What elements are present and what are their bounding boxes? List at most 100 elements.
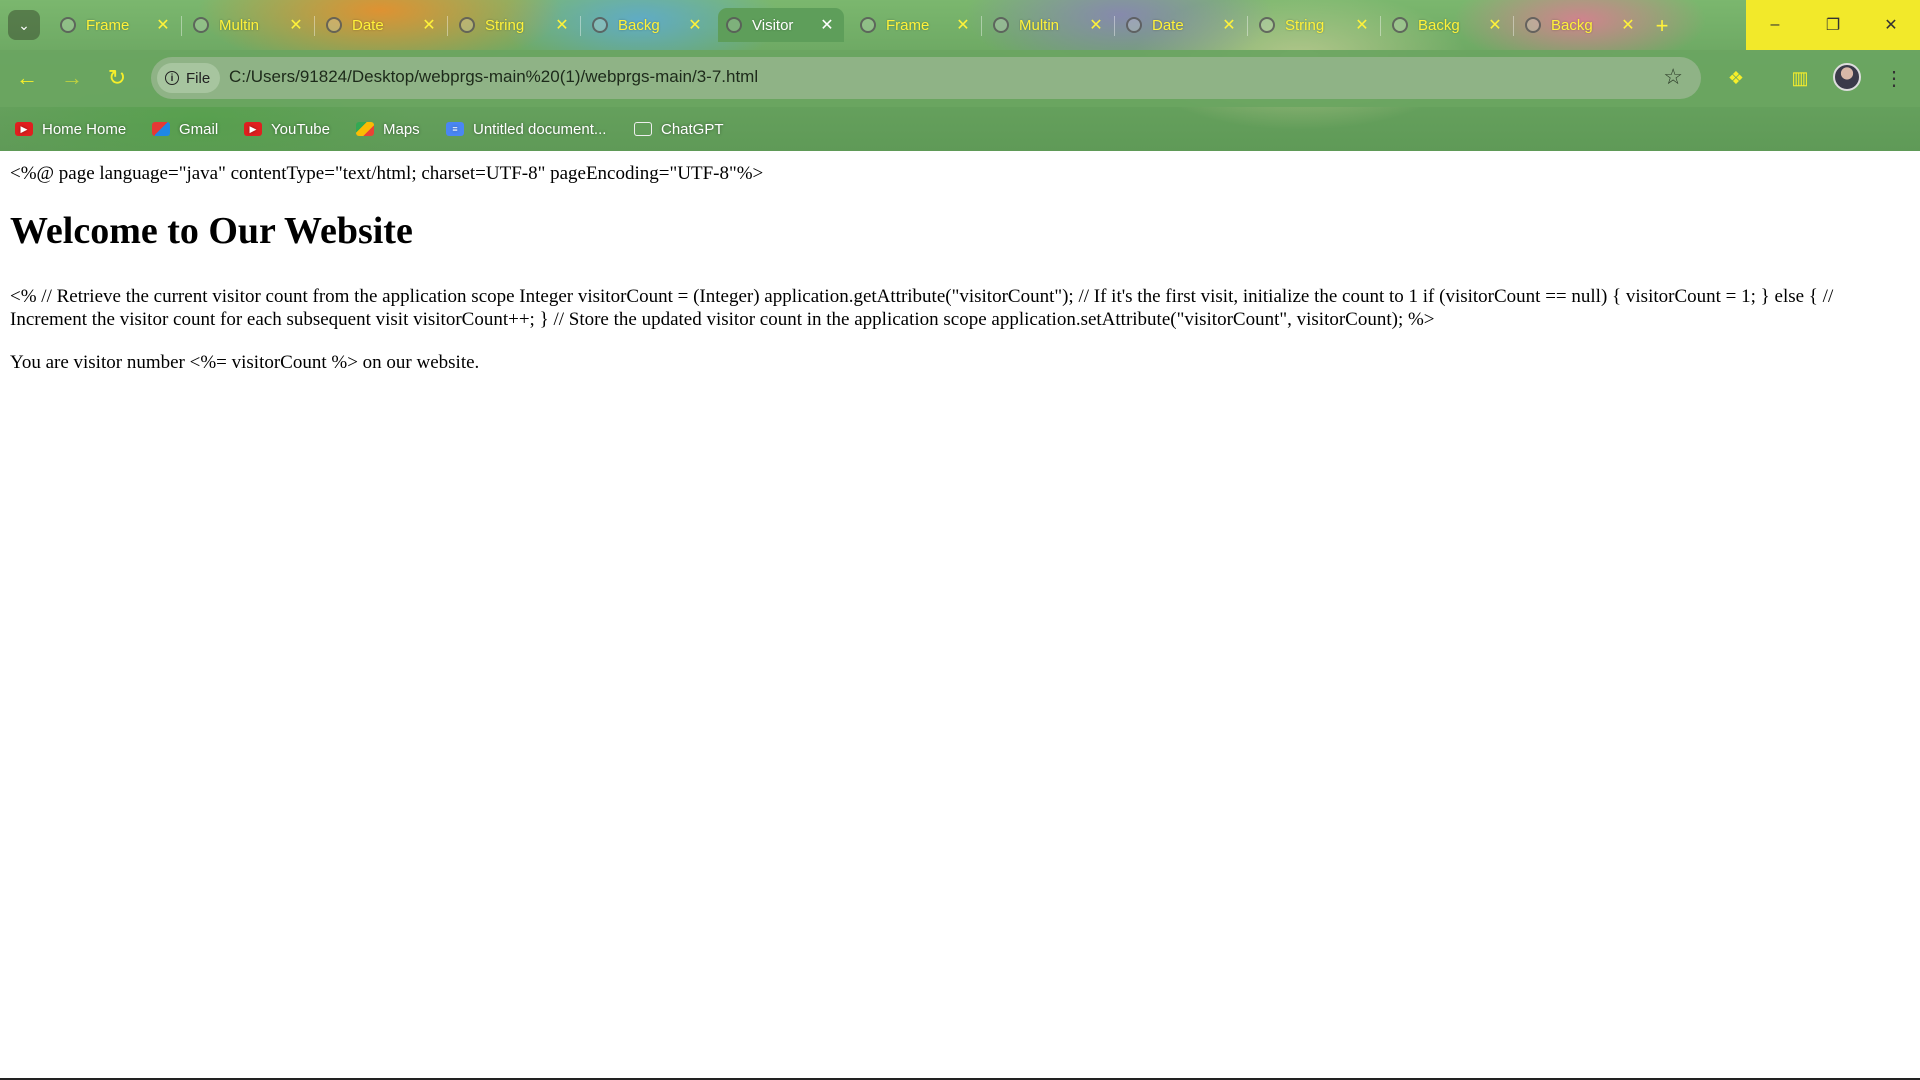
tab-separator	[1247, 16, 1248, 36]
side-panel-icon: ▥	[1791, 67, 1809, 88]
close-icon[interactable]: ✕	[287, 16, 305, 34]
tab-separator	[314, 16, 315, 36]
close-icon[interactable]: ✕	[1353, 16, 1371, 34]
chevron-down-icon: ⌄	[18, 16, 30, 33]
bookmark-untitled-document[interactable]: ≡ Untitled document...	[446, 116, 606, 142]
tab-title: Backg	[1418, 16, 1460, 34]
page-content: <%@ page language="java" contentType="te…	[0, 151, 1920, 1080]
tab[interactable]: Backg ✕	[1517, 8, 1645, 42]
close-icon[interactable]: ✕	[818, 16, 836, 34]
close-icon[interactable]: ✕	[686, 16, 704, 34]
tab[interactable]: Backg ✕	[1384, 8, 1512, 42]
scheme-label: File	[186, 69, 211, 87]
bookmark-gmail[interactable]: Gmail	[152, 116, 218, 142]
back-button[interactable]: ←	[11, 62, 43, 94]
browser-chrome: ⌄ Frame ✕ Multin ✕ Date ✕ String ✕ Backg	[0, 0, 1920, 151]
close-icon[interactable]: ✕	[1220, 16, 1238, 34]
tab-separator	[1380, 16, 1381, 36]
tab[interactable]: Frame ✕	[52, 8, 180, 42]
address-bar[interactable]: i File C:/Users/91824/Desktop/webprgs-ma…	[151, 57, 1701, 99]
tab-title: Date	[1152, 16, 1184, 34]
new-tab-button[interactable]: +	[1648, 12, 1676, 40]
tab-title: String	[1285, 16, 1325, 34]
reload-icon: ↻	[107, 65, 127, 90]
gmail-icon	[152, 122, 170, 136]
profile-avatar[interactable]	[1833, 63, 1861, 91]
tab-title: Backg	[618, 16, 660, 34]
tab-search-button[interactable]: ⌄	[8, 10, 40, 40]
tab-title: Frame	[86, 16, 130, 34]
tab-separator	[981, 16, 982, 36]
tab-title: Frame	[886, 16, 930, 34]
globe-icon	[726, 17, 742, 33]
bookmark-home-home[interactable]: ▶ Home Home	[15, 116, 126, 142]
bookmark-star-icon[interactable]: ☆	[1663, 64, 1683, 90]
youtube-icon: ▶	[15, 122, 33, 136]
tab-separator	[1513, 16, 1514, 36]
tab-title: Date	[352, 16, 384, 34]
site-info-button[interactable]: i File	[157, 63, 221, 93]
bookmark-chatgpt[interactable]: ChatGPT	[634, 116, 724, 142]
close-icon[interactable]: ✕	[420, 16, 438, 34]
close-window-button[interactable]: ✕	[1862, 0, 1920, 50]
reload-button[interactable]: ↻	[101, 62, 133, 94]
tab[interactable]: String ✕	[1251, 8, 1379, 42]
restore-icon: ❐	[1825, 17, 1841, 34]
bookmark-youtube[interactable]: ▶ YouTube	[244, 116, 330, 142]
url-text[interactable]: C:/Users/91824/Desktop/webprgs-main%20(1…	[229, 67, 758, 87]
kebab-menu-icon: ⋮	[1884, 67, 1904, 90]
tab-title: Multin	[219, 16, 260, 34]
bookmark-label: Maps	[383, 120, 420, 138]
jsp-directive-text: <%@ page language="java" contentType="te…	[10, 163, 764, 184]
arrow-left-icon: ←	[16, 65, 38, 90]
tab-separator	[1114, 16, 1115, 36]
close-icon[interactable]: ✕	[1087, 16, 1105, 34]
tab-separator	[447, 16, 448, 36]
globe-icon	[459, 17, 475, 33]
tab-title: Multin	[1019, 16, 1060, 34]
tab-strip: ⌄ Frame ✕ Multin ✕ Date ✕ String ✕ Backg	[0, 0, 1920, 50]
globe-icon	[592, 17, 608, 33]
minimize-button[interactable]: –	[1746, 0, 1804, 50]
close-icon[interactable]: ✕	[954, 16, 972, 34]
close-icon[interactable]: ✕	[1619, 16, 1637, 34]
close-icon[interactable]: ✕	[553, 16, 571, 34]
globe-icon	[860, 17, 876, 33]
tab[interactable]: Multin ✕	[985, 8, 1113, 42]
toolbar: ← → ↻ i File C:/Users/91824/Desktop/webp…	[0, 50, 1920, 107]
globe-icon	[193, 17, 209, 33]
close-icon[interactable]: ✕	[1486, 16, 1504, 34]
bookmark-maps[interactable]: Maps	[356, 116, 420, 142]
extensions-button[interactable]: ❖	[1720, 62, 1752, 94]
minimize-icon: –	[1770, 16, 1780, 33]
close-icon[interactable]: ✕	[154, 16, 172, 34]
tab[interactable]: String ✕	[451, 8, 579, 42]
tab[interactable]: Date ✕	[318, 8, 446, 42]
tab-title: String	[485, 16, 525, 34]
globe-icon	[1259, 17, 1275, 33]
side-panel-button[interactable]: ▥	[1784, 62, 1816, 94]
visitor-count-text: You are visitor number <%= visitorCount …	[10, 352, 480, 373]
arrow-right-icon: →	[61, 65, 83, 90]
restore-button[interactable]: ❐	[1804, 0, 1862, 50]
chatgpt-icon	[634, 122, 652, 136]
page-heading: Welcome to Our Website	[10, 210, 413, 252]
globe-icon	[60, 17, 76, 33]
tab-active[interactable]: Visitor ✕	[718, 8, 844, 42]
docs-icon: ≡	[446, 122, 464, 136]
youtube-icon: ▶	[244, 122, 262, 136]
tab[interactable]: Backg ✕	[584, 8, 712, 42]
tab-separator	[580, 16, 581, 36]
globe-icon	[1392, 17, 1408, 33]
more-menu-button[interactable]: ⋮	[1884, 62, 1904, 94]
bookmark-label: Untitled document...	[473, 120, 607, 138]
tab[interactable]: Date ✕	[1118, 8, 1246, 42]
jsp-scriptlet-text: <% // Retrieve the current visitor count…	[10, 286, 1834, 330]
bookmarks-bar: ▶ Home Home Gmail ▶ YouTube Maps ≡ Untit…	[0, 107, 1920, 151]
maps-icon	[356, 122, 374, 136]
close-icon: ✕	[1884, 17, 1898, 34]
tab[interactable]: Frame ✕	[852, 8, 980, 42]
tab[interactable]: Multin ✕	[185, 8, 313, 42]
forward-button[interactable]: →	[56, 62, 88, 94]
tab-separator	[181, 16, 182, 36]
